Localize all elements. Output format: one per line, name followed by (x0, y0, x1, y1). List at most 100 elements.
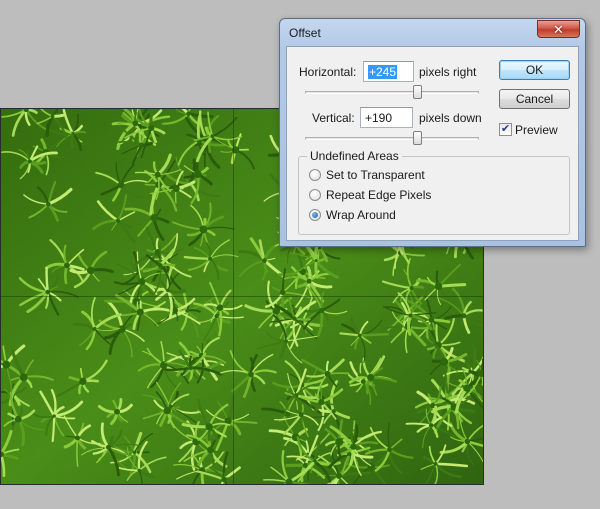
moss-center (207, 446, 215, 454)
moss-center (210, 134, 215, 139)
radio-button[interactable] (309, 189, 321, 201)
moss-center (319, 307, 325, 314)
moss-strand (358, 332, 390, 337)
moss-strand (70, 132, 75, 149)
moss-center (138, 142, 144, 148)
moss-center (64, 262, 70, 269)
radio-repeat-edge-pixels[interactable]: Repeat Edge Pixels (309, 188, 431, 202)
moss-center (324, 370, 331, 377)
moss-center (132, 120, 139, 127)
moss-center (105, 444, 111, 450)
dialog-client-area: Horizontal: +245 pixels right Vertical: … (286, 46, 579, 241)
moss-center (117, 181, 125, 189)
moss-center (166, 288, 170, 293)
moss-center (193, 170, 202, 179)
moss-center (157, 263, 163, 268)
moss-center (408, 313, 413, 318)
moss-center (2, 360, 11, 369)
moss-center (186, 111, 192, 116)
radio-label: Set to Transparent (326, 168, 425, 182)
moss-center (409, 285, 414, 291)
undefined-areas-group: Undefined Areas Set to Transparent Repea… (298, 149, 570, 235)
moss-center (27, 159, 32, 164)
vertical-label: Vertical: (312, 111, 355, 125)
moss-center (298, 412, 304, 418)
moss-center (292, 316, 297, 321)
moss-center (79, 377, 87, 386)
moss-center (92, 326, 97, 331)
radio-button-selected[interactable] (309, 209, 321, 221)
moss-center (463, 384, 471, 392)
radio-label: Repeat Edge Pixels (326, 188, 432, 202)
moss-center (45, 289, 51, 295)
radio-wrap-around[interactable]: Wrap Around (309, 208, 396, 222)
moss-center (464, 438, 471, 445)
moss-center (433, 461, 438, 466)
cancel-button[interactable]: Cancel (499, 89, 570, 109)
moss-strand (293, 317, 311, 321)
dialog-titlebar[interactable]: Offset ✕ (280, 19, 585, 45)
moss-center (386, 447, 392, 453)
vertical-slider-thumb[interactable] (413, 131, 422, 145)
moss-center (86, 266, 95, 275)
moss-center (199, 225, 208, 234)
moss-center (148, 124, 155, 132)
moss-center (74, 435, 80, 441)
moss-center (19, 373, 28, 382)
ok-button[interactable]: OK (499, 60, 570, 80)
horizontal-unit-label: pixels right (419, 65, 477, 79)
radio-set-to-transparent[interactable]: Set to Transparent (309, 168, 425, 182)
moss-center (221, 476, 227, 483)
moss-center (318, 399, 325, 406)
moss-center (284, 339, 288, 343)
moss-center (335, 438, 344, 447)
horizontal-slider-track[interactable] (305, 91, 479, 94)
moss-center (461, 313, 467, 319)
moss-center (208, 256, 213, 261)
moss-strand (326, 372, 350, 375)
horizontal-slider-thumb[interactable] (413, 85, 422, 99)
moss-strand (76, 437, 79, 467)
moss-center (71, 131, 75, 135)
moss-center (300, 320, 304, 324)
moss-center (188, 365, 194, 371)
preview-checkbox[interactable]: ✔ (499, 123, 512, 136)
moss-center (367, 373, 375, 382)
radio-label: Wrap Around (326, 208, 396, 222)
moss-center (132, 450, 137, 455)
moss-center (118, 325, 126, 333)
moss-center (172, 184, 180, 193)
horizontal-value: +245 (368, 65, 398, 79)
vertical-value: +190 (365, 111, 393, 125)
preview-label[interactable]: Preview (515, 123, 558, 137)
moss-center (357, 333, 362, 338)
moss-center (52, 414, 56, 418)
moss-center (14, 415, 22, 423)
moss-center (138, 278, 146, 286)
moss-strand (314, 259, 319, 279)
moss-strand (158, 245, 162, 267)
moss-center (185, 309, 189, 313)
close-button[interactable]: ✕ (537, 20, 580, 38)
horizontal-label: Horizontal: (299, 65, 357, 79)
moss-center (154, 171, 161, 178)
moss-center (428, 317, 435, 323)
vertical-slider-track[interactable] (305, 137, 479, 140)
moss-center (136, 308, 144, 316)
dialog-title: Offset (289, 26, 321, 40)
moss-center (262, 258, 267, 263)
wrap-seam-horizontal (1, 296, 483, 297)
moss-strand (436, 283, 467, 288)
vertical-input[interactable]: +190 (360, 107, 413, 128)
moss-center (434, 282, 443, 291)
moss-center (302, 462, 308, 468)
moss-center (248, 371, 254, 378)
moss-center (46, 201, 51, 207)
moss-center (279, 289, 286, 296)
moss-center (350, 443, 357, 450)
moss-center (428, 423, 434, 428)
horizontal-input[interactable]: +245 (363, 61, 414, 82)
moss-center (205, 423, 213, 431)
radio-button[interactable] (309, 169, 321, 181)
moss-center (137, 468, 141, 472)
